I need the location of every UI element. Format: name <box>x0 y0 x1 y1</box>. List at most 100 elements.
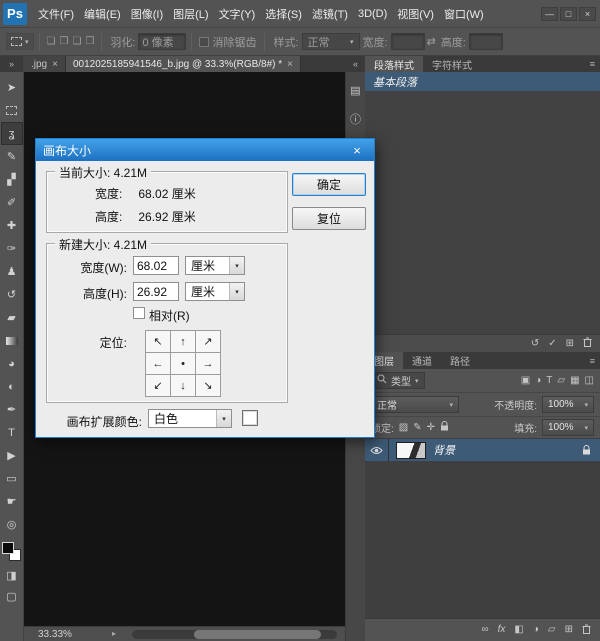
tab-channels[interactable]: 通道 <box>403 352 441 369</box>
pen-tool[interactable]: ✒ <box>1 398 23 421</box>
spot-healing-brush-tool[interactable]: ✚ <box>1 214 23 237</box>
zoom-tool[interactable]: ◎ <box>1 513 23 536</box>
reset-button[interactable]: 复位 <box>292 207 366 230</box>
layer-filter-toggle-icon[interactable]: ◫ <box>585 376 594 386</box>
new-height-input[interactable] <box>133 282 179 301</box>
dialog-titlebar[interactable]: 画布大小 × <box>36 139 374 161</box>
style-item-basic-paragraph[interactable]: 基本段落 <box>365 72 600 91</box>
subtract-selection-icon[interactable]: ❑ <box>70 36 83 47</box>
close-button[interactable]: × <box>579 7 596 21</box>
tool-preset-picker[interactable]: ▾ <box>6 33 34 50</box>
filter-shape-layers-icon[interactable]: ▱ <box>557 376 565 386</box>
lock-transparency-icon[interactable]: ▨ <box>399 423 408 433</box>
path-selection-tool[interactable]: ▶ <box>1 444 23 467</box>
redefine-style-icon[interactable]: ✓ <box>548 339 556 349</box>
close-tab-icon[interactable]: × <box>287 59 293 70</box>
link-layers-icon[interactable]: ∞ <box>481 625 488 635</box>
width-input[interactable] <box>391 33 425 50</box>
new-group-icon[interactable]: ▱ <box>548 625 556 635</box>
new-layer-icon[interactable]: ⊞ <box>565 625 573 635</box>
anchor-top-right[interactable]: ↗ <box>196 331 220 352</box>
type-tool[interactable]: T <box>1 421 23 444</box>
style-dropdown[interactable]: 正常 ▾ <box>302 33 360 50</box>
layer-effects-icon[interactable]: fx <box>498 625 506 635</box>
gradient-tool[interactable] <box>1 329 23 352</box>
menu-filter[interactable]: 滤镜(T) <box>307 0 353 27</box>
feather-input[interactable]: 0 像素 <box>138 33 186 50</box>
opacity-dropdown[interactable]: 100% ▾ <box>542 396 594 413</box>
close-tab-icon[interactable]: × <box>52 59 58 70</box>
add-selection-icon[interactable]: ❐ <box>57 36 70 47</box>
width-unit-dropdown[interactable]: 厘米 ▾ <box>185 256 245 275</box>
lock-pixels-icon[interactable]: ✎ <box>413 423 421 433</box>
filter-type-layers-icon[interactable]: T <box>546 376 552 386</box>
fill-dropdown[interactable]: 100% ▾ <box>542 419 594 436</box>
expand-panels-icon[interactable]: « <box>346 56 365 72</box>
menu-type[interactable]: 文字(Y) <box>214 0 261 27</box>
eraser-tool[interactable]: ▰ <box>1 306 23 329</box>
new-selection-icon[interactable]: ❏ <box>45 36 58 47</box>
menu-view[interactable]: 视图(V) <box>392 0 439 27</box>
info-panel-icon[interactable]: ⓘ <box>346 108 365 130</box>
menu-window[interactable]: 窗口(W) <box>439 0 489 27</box>
menu-layer[interactable]: 图层(L) <box>168 0 213 27</box>
height-unit-dropdown[interactable]: 厘米 ▾ <box>185 282 245 301</box>
document-tab-2[interactable]: 0012025185941546_b.jpg @ 33.3%(RGB/8#) *… <box>66 56 301 72</box>
lasso-tool[interactable]: ʓ <box>1 122 23 145</box>
eyedropper-tool[interactable]: ✐ <box>1 191 23 214</box>
add-mask-icon[interactable]: ◧ <box>514 625 523 635</box>
horizontal-scrollbar[interactable] <box>132 630 337 639</box>
anchor-bottom[interactable]: ↓ <box>171 375 195 396</box>
crop-tool[interactable]: ▞ <box>1 168 23 191</box>
document-tab-1[interactable]: .jpg × <box>24 56 66 72</box>
lock-position-icon[interactable]: ✛ <box>427 423 435 433</box>
foreground-color-swatch[interactable] <box>2 542 14 554</box>
dialog-close-button[interactable]: × <box>347 143 367 158</box>
toolbar-collapse-icon[interactable]: » <box>0 56 23 72</box>
filter-smart-objects-icon[interactable]: ▦ <box>570 376 579 386</box>
swap-dimensions-icon[interactable]: ⇄ <box>427 35 436 48</box>
quick-mask-icon[interactable]: ◨ <box>6 569 16 582</box>
history-brush-tool[interactable]: ↺ <box>1 283 23 306</box>
layer-thumbnail[interactable] <box>396 442 426 459</box>
paragraph-panel-menu-icon[interactable]: ≡ <box>590 59 600 69</box>
anchor-center[interactable]: • <box>171 353 195 374</box>
menu-file[interactable]: 文件(F) <box>33 0 79 27</box>
maximize-button[interactable]: □ <box>560 7 577 21</box>
load-styles-icon[interactable]: ↺ <box>531 339 539 349</box>
filter-adjustment-layers-icon[interactable]: ◑ <box>535 376 541 386</box>
new-style-icon[interactable]: ⊞ <box>566 339 574 349</box>
layers-panel-menu-icon[interactable]: ≡ <box>590 356 600 366</box>
screen-mode-icon[interactable]: ▢ <box>6 590 16 603</box>
blend-mode-dropdown[interactable]: 正常 ▾ <box>371 396 459 413</box>
zoom-level-field[interactable]: 33.33% <box>38 629 72 640</box>
delete-layer-icon[interactable] <box>582 624 591 637</box>
layer-visibility-toggle[interactable] <box>365 439 389 461</box>
horizontal-scrollbar-thumb[interactable] <box>194 630 321 639</box>
hand-tool[interactable]: ☛ <box>1 490 23 513</box>
height-input[interactable] <box>469 33 503 50</box>
properties-panel-icon[interactable]: ▤ <box>346 79 365 101</box>
relative-checkbox[interactable] <box>133 307 145 319</box>
brush-tool[interactable]: ✑ <box>1 237 23 260</box>
minimize-button[interactable]: — <box>541 7 558 21</box>
adjustment-layer-icon[interactable]: ◑ <box>533 625 539 635</box>
new-width-input[interactable] <box>133 256 179 275</box>
anchor-bottom-right[interactable]: ↘ <box>196 375 220 396</box>
ok-button[interactable]: 确定 <box>292 173 366 196</box>
menu-3d[interactable]: 3D(D) <box>353 0 392 27</box>
anchor-left[interactable]: ← <box>146 353 170 374</box>
blur-tool[interactable]: ◕ <box>1 352 23 375</box>
extension-color-dropdown[interactable]: 白色 ▾ <box>148 409 232 428</box>
dodge-tool[interactable]: ◐ <box>1 375 23 398</box>
anchor-bottom-left[interactable]: ↙ <box>146 375 170 396</box>
quick-selection-tool[interactable]: ✎ <box>1 145 23 168</box>
menu-image[interactable]: 图像(I) <box>126 0 168 27</box>
move-tool[interactable]: ➤ <box>1 76 23 99</box>
status-menu-icon[interactable]: ▸ <box>112 629 116 638</box>
menu-select[interactable]: 选择(S) <box>260 0 307 27</box>
rectangular-marquee-tool[interactable] <box>1 99 23 122</box>
rectangle-tool[interactable]: ▭ <box>1 467 23 490</box>
layer-row-background[interactable]: 背景 <box>365 439 600 461</box>
delete-style-icon[interactable] <box>583 337 592 350</box>
